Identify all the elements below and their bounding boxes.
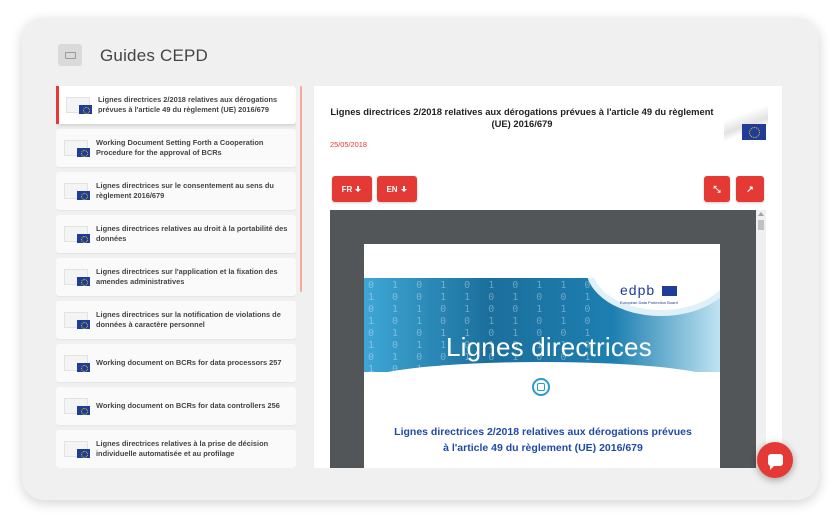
eu-flag-icon bbox=[64, 267, 90, 287]
list-item-label: Working Document Setting Forth a Coopera… bbox=[96, 138, 264, 157]
document-date: 25/05/2018 bbox=[330, 140, 367, 149]
eu-flag-icon bbox=[662, 286, 677, 296]
list-item[interactable]: Working Document Setting Forth a Coopera… bbox=[56, 129, 296, 167]
app-frame: Guides CEPD Lignes directrices 2/2018 re… bbox=[22, 18, 819, 500]
eu-flag-icon bbox=[64, 138, 90, 158]
eu-flag-icon bbox=[724, 104, 768, 142]
download-fr-label: FR bbox=[341, 184, 353, 194]
banner-title: Lignes directrices bbox=[446, 332, 652, 362]
folder-icon bbox=[58, 44, 82, 66]
document-heading: Lignes directrices 2/2018 relatives aux … bbox=[388, 424, 698, 456]
chat-icon bbox=[767, 454, 783, 470]
list-item-label: Lignes directrices sur l'application et … bbox=[96, 267, 278, 286]
pdf-viewer[interactable]: 0 1 0 1 0 1 0 1 1 0 1 0 0 1 1 0 1 0 0 1 … bbox=[330, 210, 766, 468]
open-external-button[interactable]: ↗ bbox=[736, 176, 764, 202]
document-heading-line: à l'article 49 du règlement (UE) 2016/67… bbox=[443, 442, 643, 454]
eu-flag-icon bbox=[64, 353, 90, 373]
download-fr-button[interactable]: FR bbox=[332, 176, 372, 202]
list-item-label: Lignes directrices sur le consentement a… bbox=[96, 181, 274, 200]
list-item[interactable]: Lignes directrices relatives au droit à … bbox=[56, 215, 296, 253]
eu-flag-icon bbox=[64, 310, 90, 330]
external-link-icon: ↗ bbox=[746, 183, 754, 194]
scroll-up-icon[interactable] bbox=[758, 212, 764, 216]
list-item-label: Lignes directrices 2/2018 relatives aux … bbox=[98, 95, 278, 114]
list-item[interactable]: Lignes directrices sur l'application et … bbox=[56, 258, 296, 296]
list-item-label: Lignes directrices relatives à la prise … bbox=[96, 439, 269, 458]
list-item-label: Working document on BCRs for data proces… bbox=[96, 358, 282, 368]
eu-flag-icon bbox=[64, 224, 90, 244]
list-item-label: Lignes directrices relatives au droit à … bbox=[96, 224, 288, 243]
detail-panel: Lignes directrices 2/2018 relatives aux … bbox=[314, 86, 782, 468]
list-item-label: Working document on BCRs for data contro… bbox=[96, 401, 280, 411]
edpb-logo-subtitle: European Data Protection Board bbox=[620, 300, 678, 305]
chat-button[interactable] bbox=[757, 442, 793, 478]
document-banner: 0 1 0 1 0 1 0 1 1 0 1 0 0 1 1 0 1 0 0 1 … bbox=[364, 278, 720, 372]
download-en-button[interactable]: EN bbox=[377, 176, 417, 202]
document-heading-line: Lignes directrices 2/2018 relatives aux … bbox=[394, 426, 692, 438]
list-item[interactable]: Lignes directrices sur la notification d… bbox=[56, 301, 296, 339]
eu-flag-icon bbox=[64, 439, 90, 459]
download-en-label: EN bbox=[386, 184, 398, 194]
download-icon bbox=[400, 185, 408, 193]
eu-flag-icon bbox=[64, 181, 90, 201]
list-item[interactable]: Working document on BCRs for data proces… bbox=[56, 344, 296, 382]
eu-flag-icon bbox=[64, 396, 90, 416]
list-item[interactable]: Lignes directrices 2/2018 relatives aux … bbox=[56, 86, 296, 124]
list-item[interactable]: Lignes directrices relatives à la prise … bbox=[56, 430, 296, 468]
pdf-page: 0 1 0 1 0 1 0 1 1 0 1 0 0 1 1 0 1 0 0 1 … bbox=[364, 244, 720, 468]
edpb-seal-icon bbox=[532, 378, 550, 396]
eu-flag-icon bbox=[66, 95, 92, 115]
guide-list: Lignes directrices 2/2018 relatives aux … bbox=[56, 86, 296, 468]
list-item-label: Lignes directrices sur la notification d… bbox=[96, 310, 281, 329]
pdf-scrollbar[interactable] bbox=[756, 210, 766, 468]
compress-button[interactable]: ⤡ bbox=[704, 176, 730, 202]
download-icon bbox=[355, 185, 362, 193]
document-title: Lignes directrices 2/2018 relatives aux … bbox=[330, 106, 714, 129]
list-item[interactable]: Working document on BCRs for data contro… bbox=[56, 387, 296, 425]
list-item[interactable]: Lignes directrices sur le consentement a… bbox=[56, 172, 296, 210]
edpb-logo: edpb bbox=[620, 282, 656, 298]
app-title: Guides CEPD bbox=[100, 46, 209, 65]
list-scrollbar[interactable] bbox=[300, 86, 302, 292]
compress-icon: ⤡ bbox=[713, 183, 721, 194]
